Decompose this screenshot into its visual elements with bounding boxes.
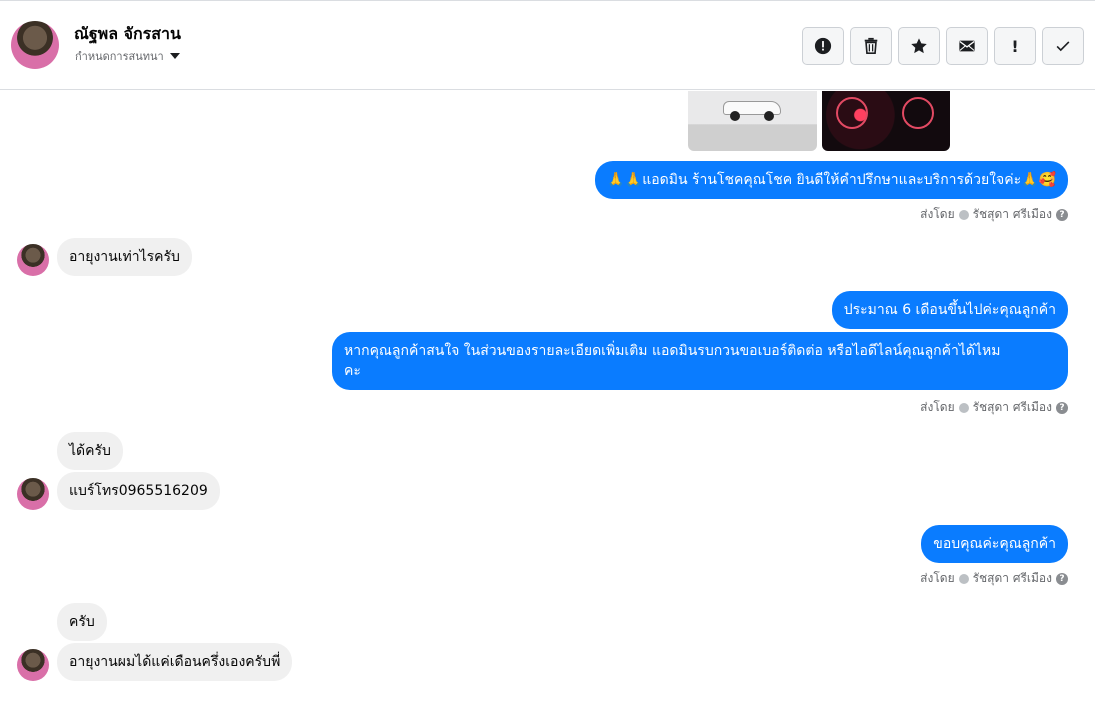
schedule-label: กำหนดการสนทนา <box>75 50 164 63</box>
help-icon[interactable]: ? <box>1056 572 1068 585</box>
incoming-message[interactable]: ครับ <box>57 603 107 641</box>
trash-icon <box>864 37 878 55</box>
sent-by-prefix: ส่งโดย <box>920 571 955 585</box>
outgoing-message[interactable]: ขอบคุณค่ะคุณลูกค้า <box>921 525 1068 563</box>
outgoing-message[interactable]: 🙏🙏แอดมิน ร้านโชคคุณโชค ยินดีให้คำปรึกษาแ… <box>595 161 1068 199</box>
incoming-message-row: อายุงานเท่าไรครับ <box>57 238 192 276</box>
car-photo-attachment[interactable] <box>688 91 817 151</box>
sent-by-name[interactable]: รัชสุดา ศรีเมือง <box>973 205 1052 224</box>
car-wheel <box>764 111 774 121</box>
contact-avatar-small[interactable] <box>17 649 49 681</box>
sent-by-name[interactable]: รัชสุดา ศรีเมือง <box>973 569 1052 588</box>
dashboard-photo-attachment[interactable] <box>822 91 950 151</box>
incoming-message-row: อายุงานผมได้แค่เดือนครึ่งเองครับพี่ <box>57 643 293 681</box>
incoming-message-row: แบร์โทร0965516209 <box>57 472 220 510</box>
star-button[interactable] <box>898 27 940 65</box>
incoming-message[interactable]: แบร์โทร0965516209 <box>57 472 220 510</box>
outgoing-message-row: ขอบคุณค่ะคุณลูกค้า <box>921 525 1068 563</box>
message-line: หากคุณลูกค้าสนใจ ในส่วนของรายละเอียดเพิ่… <box>344 343 1001 359</box>
sent-by-prefix: ส่งโดย <box>920 400 955 414</box>
outgoing-message[interactable]: ประมาณ 6 เดือนขึ้นไปค่ะคุณลูกค้า <box>831 291 1068 329</box>
outgoing-message-row: หากคุณลูกค้าสนใจ ในส่วนของรายละเอียดเพิ่… <box>332 332 1068 390</box>
gauge-image <box>902 97 934 129</box>
incoming-message[interactable]: ได้ครับ <box>57 432 123 470</box>
help-icon[interactable]: ? <box>1056 401 1068 414</box>
mark-done-button[interactable] <box>1042 27 1084 65</box>
exclamation-icon: ! <box>1011 36 1019 56</box>
conversation-toolbar: ! <box>802 27 1084 65</box>
important-button[interactable]: ! <box>994 27 1036 65</box>
message-line: คะ <box>344 363 361 379</box>
delete-button[interactable] <box>850 27 892 65</box>
conversation-header: ณัฐพล จักรสาน กำหนดการสนทนา ! <box>0 0 1095 90</box>
report-button[interactable] <box>802 27 844 65</box>
contact-avatar[interactable] <box>11 21 59 69</box>
sent-by-note: ส่งโดย รัชสุดา ศรีเมือง ? <box>920 205 1068 224</box>
verified-icon <box>958 573 969 584</box>
message-thread[interactable]: 🙏🙏แอดมิน ร้านโชคคุณโชค ยินดีให้คำปรึกษาแ… <box>0 91 1095 709</box>
check-icon <box>1056 41 1070 52</box>
help-icon[interactable]: ? <box>1056 208 1068 221</box>
caret-down-icon <box>169 53 180 59</box>
verified-icon <box>958 402 969 413</box>
outgoing-message-row: 🙏🙏แอดมิน ร้านโชคคุณโชค ยินดีให้คำปรึกษาแ… <box>595 161 1068 199</box>
outgoing-message-row: ประมาณ 6 เดือนขึ้นไปค่ะคุณลูกค้า <box>831 291 1068 329</box>
contact-avatar-small[interactable] <box>17 478 49 510</box>
sent-by-note: ส่งโดย รัชสุดา ศรีเมือง ? <box>920 398 1068 417</box>
gauge-image <box>836 97 868 129</box>
incoming-message-row: ครับ <box>57 603 107 641</box>
alert-circle-icon <box>814 37 832 55</box>
car-wheel <box>730 111 740 121</box>
incoming-message[interactable]: อายุงานเท่าไรครับ <box>57 238 192 276</box>
contact-name[interactable]: ณัฐพล จักรสาน <box>74 22 181 47</box>
verified-icon <box>958 209 969 220</box>
incoming-message-row: ได้ครับ <box>57 432 123 470</box>
sent-by-name[interactable]: รัชสุดา ศรีเมือง <box>973 398 1052 417</box>
outgoing-message[interactable]: หากคุณลูกค้าสนใจ ในส่วนของรายละเอียดเพิ่… <box>332 332 1068 390</box>
incoming-message[interactable]: อายุงานผมได้แค่เดือนครึ่งเองครับพี่ <box>57 643 293 681</box>
mark-unread-button[interactable] <box>946 27 988 65</box>
sent-by-note: ส่งโดย รัชสุดา ศรีเมือง ? <box>920 569 1068 588</box>
conversation-schedule-dropdown[interactable]: กำหนดการสนทนา <box>75 47 180 65</box>
mail-icon <box>959 40 975 52</box>
contact-avatar-small[interactable] <box>17 244 49 276</box>
star-icon <box>911 38 927 54</box>
sent-by-prefix: ส่งโดย <box>920 207 955 221</box>
